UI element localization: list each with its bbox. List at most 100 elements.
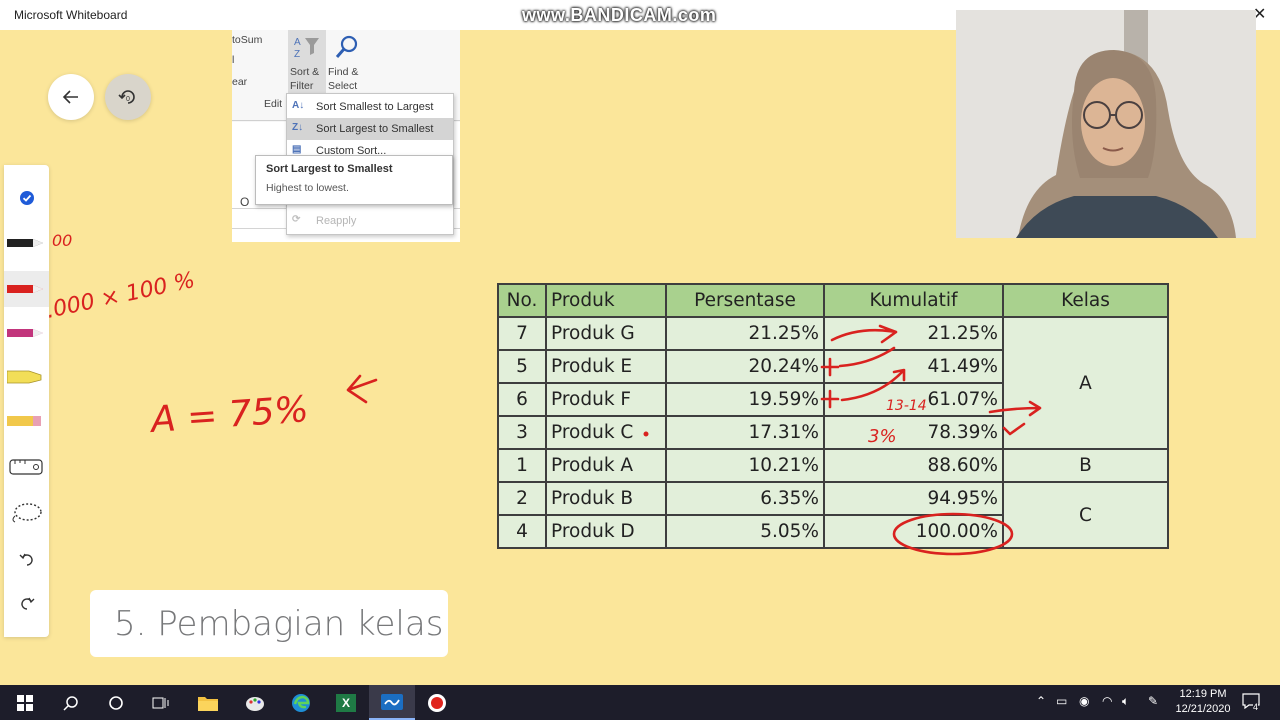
fill-label: l bbox=[232, 54, 235, 66]
cell-kumulatif: 41.49% bbox=[823, 349, 1004, 384]
cortana-button[interactable] bbox=[93, 685, 139, 720]
cell-kumulatif: 100.00% bbox=[823, 514, 1004, 549]
header-kumulatif: Kumulatif bbox=[823, 283, 1004, 318]
task-view-button[interactable] bbox=[138, 685, 184, 720]
pen-workspace-icon[interactable]: ✎ bbox=[1148, 694, 1158, 708]
sort-ascending-icon: A↓ bbox=[292, 100, 305, 111]
cell-kelas-a: A bbox=[1002, 316, 1169, 450]
section-label-text: 5. Pembagian kelas bbox=[114, 603, 444, 644]
svg-text:Z: Z bbox=[294, 49, 300, 60]
windows-logo-icon bbox=[17, 694, 33, 711]
tooltip-description: Highest to lowest. bbox=[266, 182, 349, 194]
tooltip-title: Sort Largest to Smallest bbox=[266, 163, 393, 175]
start-button[interactable] bbox=[2, 685, 48, 720]
header-produk: Produk bbox=[545, 283, 667, 318]
menu-item-label: Sort Smallest to Largest bbox=[316, 101, 434, 113]
edge-browser-app[interactable] bbox=[278, 685, 324, 720]
pink-pen-tool[interactable] bbox=[4, 315, 49, 351]
find-select-label-1: Find & bbox=[328, 66, 359, 78]
cell-no: 7 bbox=[497, 316, 547, 351]
cell-kumulatif: 21.25% bbox=[823, 316, 1004, 351]
cell-kumulatif: 61.07% bbox=[823, 382, 1004, 417]
sort-descending-icon: Z↓ bbox=[292, 122, 304, 133]
back-button[interactable] bbox=[48, 74, 94, 120]
column-header-label: O bbox=[240, 195, 250, 209]
cell-produk: Produk C bbox=[545, 415, 667, 450]
cell-kumulatif: 78.39% bbox=[823, 415, 1004, 450]
clear-label: ear bbox=[232, 76, 248, 88]
recorder-watermark: www.BANDICAM.com bbox=[522, 5, 717, 25]
search-icon bbox=[63, 695, 78, 711]
ruler-icon bbox=[8, 459, 43, 475]
sort-tooltip: Sort Largest to Smallest Highest to lowe… bbox=[255, 155, 453, 205]
cell-no: 6 bbox=[497, 382, 547, 417]
header-kelas: Kelas bbox=[1002, 283, 1169, 318]
cell-persentase: 6.35% bbox=[665, 481, 825, 516]
battery-icon[interactable]: ▭ bbox=[1056, 694, 1067, 708]
redo-button[interactable] bbox=[4, 585, 49, 621]
whiteboard-app[interactable] bbox=[369, 685, 415, 720]
clock-time: 12:19 PM bbox=[1179, 688, 1227, 700]
table-row: 7 Produk G 21.25% 21.25% A bbox=[497, 316, 1169, 450]
window-title: Microsoft Whiteboard bbox=[14, 8, 128, 22]
table-header-row: No. Produk Persentase Kumulatif Kelas bbox=[497, 283, 1169, 318]
menu-item-sort-descending[interactable]: Z↓ Sort Largest to Smallest bbox=[287, 118, 453, 140]
excel-app[interactable]: X bbox=[323, 685, 369, 720]
highlighter-icon bbox=[6, 370, 41, 384]
cell-persentase: 20.24% bbox=[665, 349, 825, 384]
webcam-tray-icon[interactable]: ◉ bbox=[1079, 694, 1089, 708]
cortana-circle-icon bbox=[109, 695, 123, 710]
menu-item-sort-ascending[interactable]: A↓ Sort Smallest to Largest bbox=[287, 96, 453, 118]
select-tool[interactable] bbox=[4, 180, 49, 216]
action-center-button[interactable]: 4 bbox=[1242, 693, 1262, 712]
svg-text:A: A bbox=[294, 37, 301, 48]
cell-produk: Produk E bbox=[545, 349, 667, 384]
autosum-label: toSum bbox=[232, 34, 263, 46]
cell-produk: Produk G bbox=[545, 316, 667, 351]
paint-app[interactable] bbox=[232, 685, 278, 720]
paint-palette-icon bbox=[246, 696, 264, 711]
arrow-left-icon bbox=[62, 90, 78, 104]
custom-sort-icon: ▤ bbox=[292, 144, 302, 155]
volume-icon[interactable]: 🔈︎ bbox=[1122, 694, 1129, 709]
search-button[interactable] bbox=[48, 685, 94, 720]
cell-kelas-c: C bbox=[1002, 481, 1169, 549]
check-circle-icon bbox=[19, 191, 34, 205]
lasso-tool[interactable] bbox=[4, 495, 49, 531]
highlighter-tool[interactable] bbox=[4, 359, 49, 395]
bandicam-app[interactable] bbox=[414, 685, 460, 720]
find-select-button[interactable]: Find & Select bbox=[328, 30, 368, 94]
cell-produk: Produk B bbox=[545, 481, 667, 516]
red-pen-tool[interactable] bbox=[4, 271, 49, 307]
black-pen-tool[interactable] bbox=[4, 225, 49, 261]
edge-icon bbox=[292, 693, 310, 712]
eraser-icon bbox=[6, 416, 41, 426]
cell-persentase: 21.25% bbox=[665, 316, 825, 351]
cell-no: 3 bbox=[497, 415, 547, 450]
file-explorer-app[interactable] bbox=[185, 685, 231, 720]
cell-kumulatif: 94.95% bbox=[823, 481, 1004, 516]
cell-kelas-b: B bbox=[1002, 448, 1169, 483]
wifi-icon[interactable]: ◠ bbox=[1102, 694, 1112, 708]
windows-taskbar: X ⌃ ▭ ◉ ◠ 🔈︎ ✎ 12:19 PM 12/21/2020 4 bbox=[0, 685, 1280, 720]
undo-button[interactable] bbox=[4, 541, 49, 577]
cell-no: 4 bbox=[497, 514, 547, 549]
sort-filter-button[interactable]: A Z Sort & Filter bbox=[288, 30, 326, 94]
system-clock[interactable]: 12:19 PM 12/21/2020 bbox=[1170, 687, 1236, 717]
cell-no: 5 bbox=[497, 349, 547, 384]
cell-persentase: 10.21% bbox=[665, 448, 825, 483]
section-label-note[interactable]: 5. Pembagian kelas bbox=[90, 590, 448, 657]
history-button[interactable]: 0 bbox=[105, 74, 151, 120]
show-hidden-icons-button[interactable]: ⌃ bbox=[1036, 694, 1046, 708]
cell-no: 2 bbox=[497, 481, 547, 516]
cell-produk: Produk D bbox=[545, 514, 667, 549]
abc-classification-table: No. Produk Persentase Kumulatif Kelas 7 … bbox=[497, 283, 1169, 549]
eraser-tool[interactable] bbox=[4, 403, 49, 439]
cell-persentase: 17.31% bbox=[665, 415, 825, 450]
table-row: 2 Produk B 6.35% 94.95% C bbox=[497, 481, 1169, 549]
magnifier-icon bbox=[335, 35, 358, 58]
menu-item-reapply[interactable]: ⟳ Reapply bbox=[287, 210, 453, 232]
cell-no: 1 bbox=[497, 448, 547, 483]
ruler-tool[interactable] bbox=[4, 449, 49, 485]
cell-kumulatif: 88.60% bbox=[823, 448, 1004, 483]
